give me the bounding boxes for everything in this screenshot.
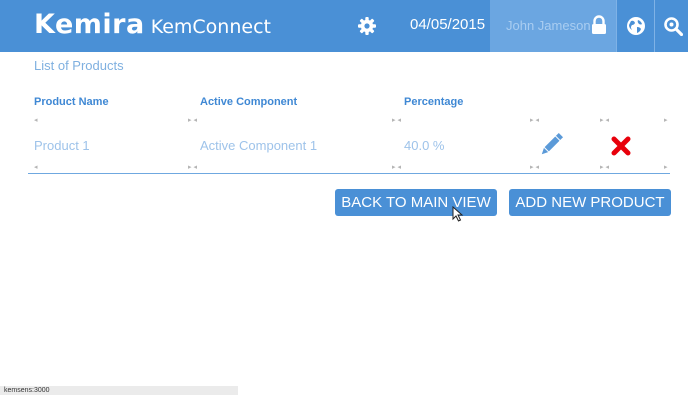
table-header: Product Name Active Component Percentage — [34, 94, 674, 110]
product-name-cell: Product 1 — [34, 138, 90, 153]
x-icon[interactable] — [610, 135, 632, 157]
app-name: KemConnect — [150, 16, 271, 38]
mouse-cursor-icon — [452, 206, 464, 222]
column-header-product-name[interactable]: Product Name — [34, 94, 109, 110]
percentage-cell: 40.0 % — [404, 138, 445, 153]
search-icon — [664, 17, 683, 36]
user-area[interactable]: John Jameson — [490, 0, 616, 52]
globe-icon — [627, 17, 645, 35]
search-button[interactable] — [654, 0, 688, 52]
kemira-logo: Kemira — [34, 9, 145, 40]
page-title: List of Products — [34, 58, 124, 73]
table-bottom-border — [28, 173, 670, 174]
column-header-active-component[interactable]: Active Component — [200, 94, 297, 110]
pencil-icon[interactable] — [538, 132, 564, 158]
lock-icon[interactable] — [590, 15, 608, 35]
status-bar: kemsens:3000 — [0, 386, 238, 395]
column-resize-bar-top[interactable]: ◂ ▸ ◂ ▸ ◂ ▸ ◂ ▸ ◂ ▸ — [34, 116, 668, 126]
gear-icon[interactable] — [357, 16, 377, 36]
language-button[interactable] — [616, 0, 654, 52]
column-resize-bar-bottom[interactable]: ◂ ▸ ◂ ▸ ◂ ▸ ◂ ▸ ◂ ▸ — [34, 163, 668, 173]
current-date: 04/05/2015 — [410, 16, 486, 33]
add-new-product-button[interactable]: ADD NEW PRODUCT — [509, 189, 671, 216]
active-component-cell: Active Component 1 — [200, 138, 318, 153]
brand[interactable]: Kemira KemConnect — [34, 10, 271, 40]
column-header-percentage[interactable]: Percentage — [404, 94, 463, 110]
back-to-main-view-button[interactable]: BACK TO MAIN VIEW — [335, 189, 497, 216]
user-name: John Jameson — [506, 18, 591, 33]
top-bar: Kemira KemConnect 04/05/2015 John Jameso… — [0, 0, 688, 52]
table-row[interactable]: Product 1 Active Component 1 40.0 % — [28, 128, 670, 164]
